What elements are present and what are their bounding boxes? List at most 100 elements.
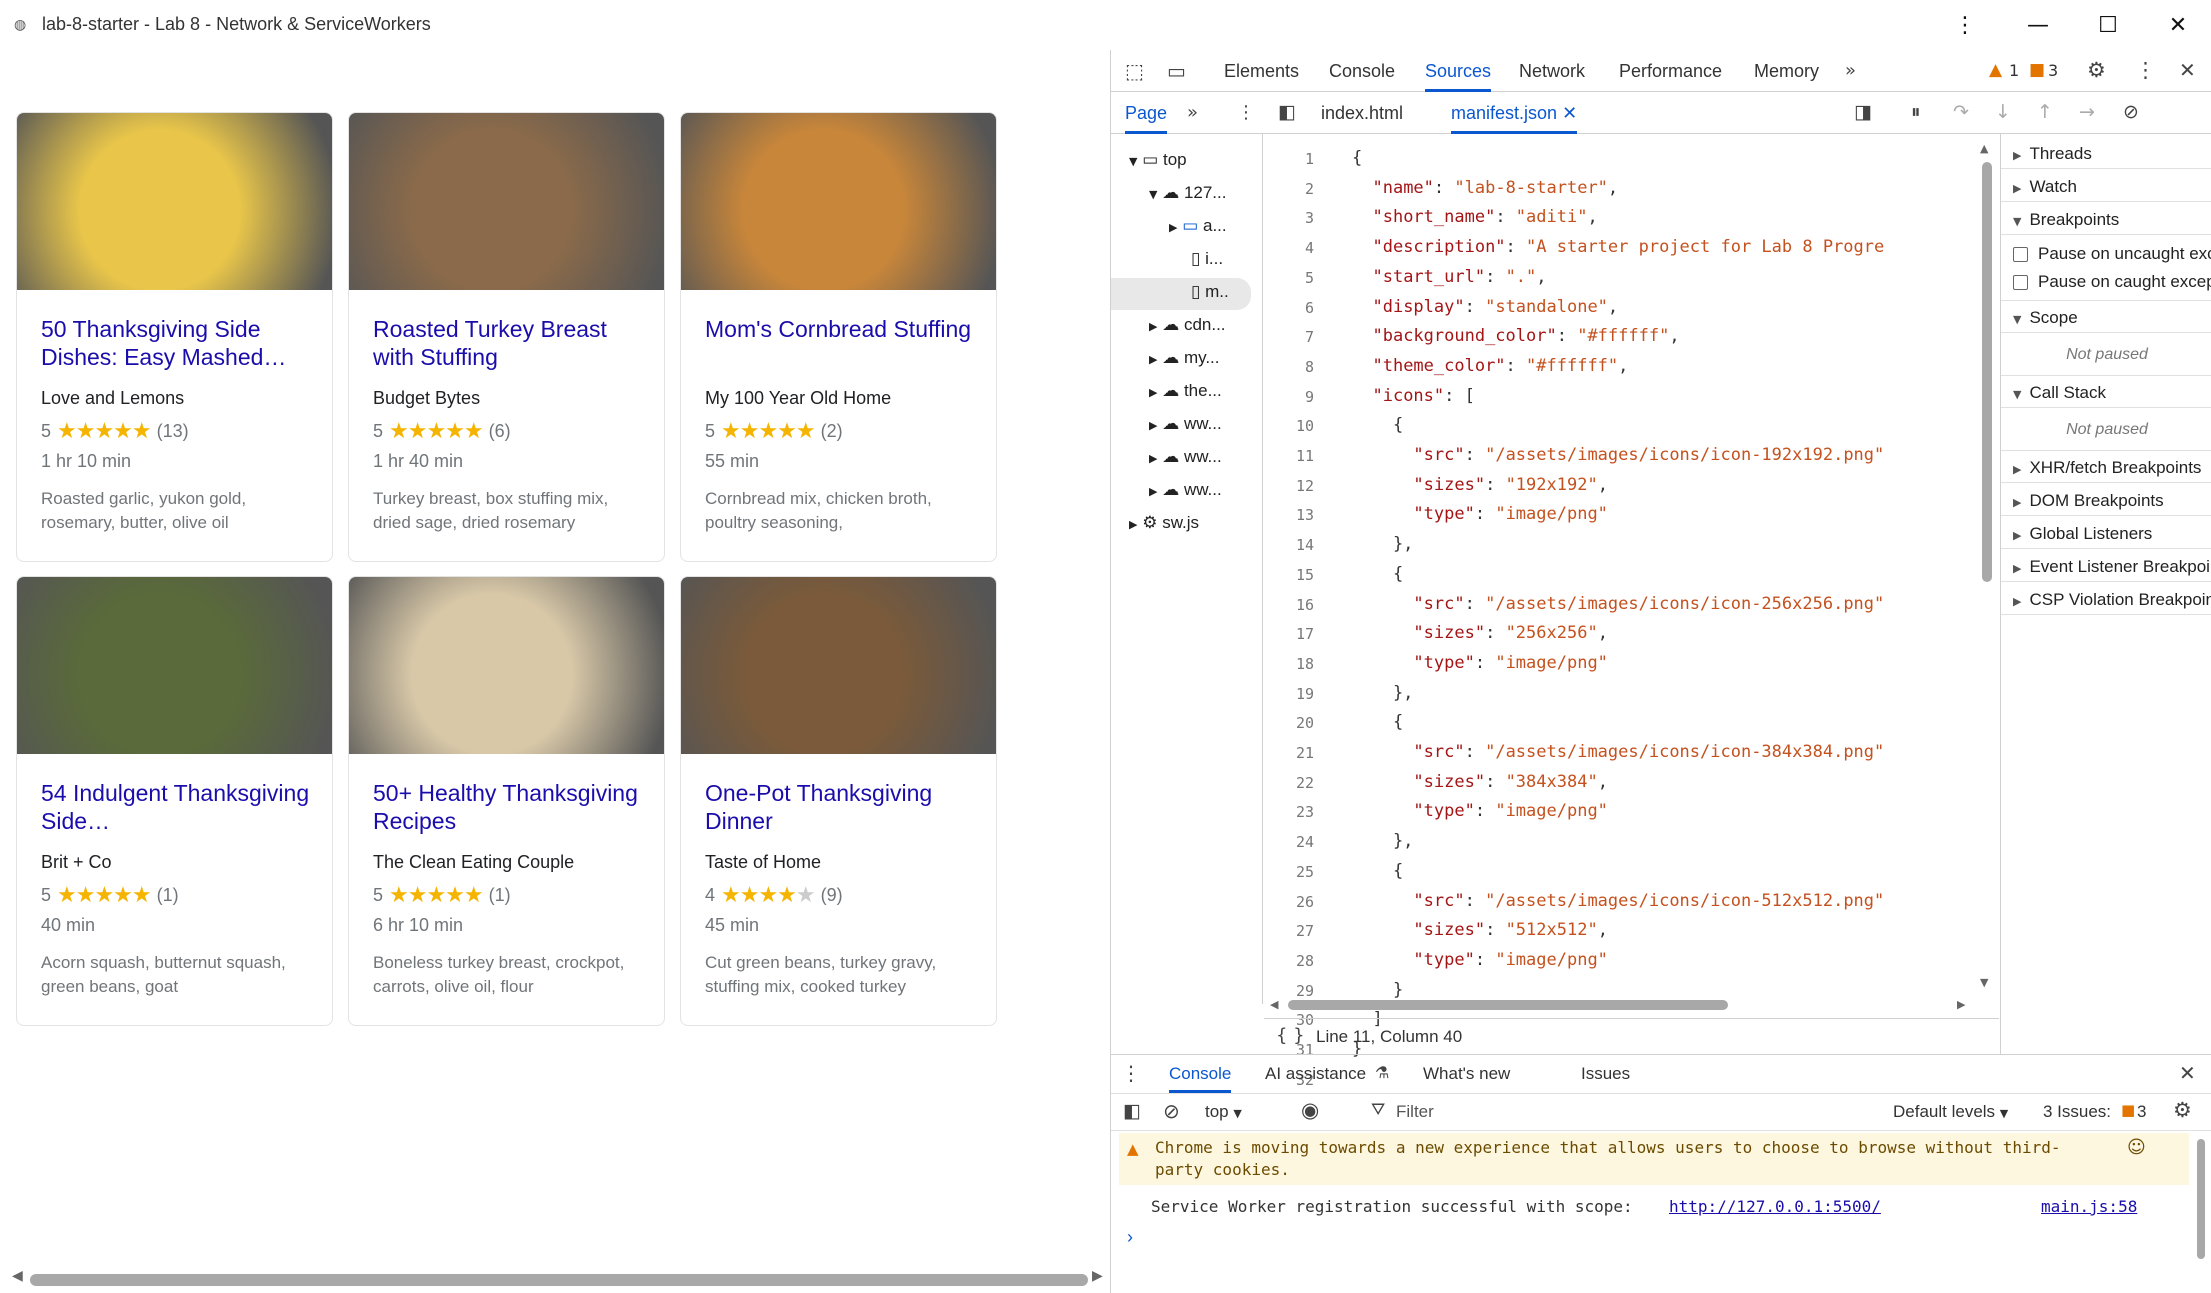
deactivate-breakpoints-icon[interactable]: ⊘ xyxy=(2123,101,2139,123)
tab-sources[interactable]: Sources xyxy=(1425,50,1492,92)
file-tab-manifest-json[interactable]: manifest.json ✕ xyxy=(1451,92,1578,134)
devtools-menu-icon[interactable]: ⋮ xyxy=(2135,58,2156,82)
section-global-listeners[interactable]: ▶ Global Listeners xyxy=(2013,524,2152,544)
scroll-right-icon[interactable]: ▶ xyxy=(1957,998,1965,1011)
clear-console-icon[interactable]: ⊘ xyxy=(1163,1099,1180,1123)
recipe-title-link[interactable]: 50+ Healthy Thanksgiving Recipes xyxy=(373,779,653,835)
step-over-icon[interactable]: ↷ xyxy=(1953,101,1969,123)
code-line[interactable]: "type": "image/png" xyxy=(1352,950,1608,970)
context-select[interactable]: top ▼ xyxy=(1205,1102,1242,1122)
pause-caught-checkbox[interactable]: Pause on caught exceptions xyxy=(2013,272,2211,292)
code-line[interactable]: { xyxy=(1352,712,1403,732)
scroll-up-icon[interactable]: ▲ xyxy=(1980,142,1988,155)
warning-icon[interactable]: ▲ xyxy=(1989,60,2002,80)
tree-item-the[interactable]: ▶ ☁ the... xyxy=(1149,381,1222,401)
file-tab-index-html[interactable]: index.html xyxy=(1321,92,1403,134)
drawer-tab-ai-assistance[interactable]: AI assistance xyxy=(1265,1055,1366,1093)
more-vert-icon[interactable]: ⋮ xyxy=(1945,10,1985,40)
code-line[interactable]: }, xyxy=(1352,683,1413,703)
code-line[interactable]: "sizes": "256x256", xyxy=(1352,623,1608,643)
code-line[interactable]: }, xyxy=(1352,534,1413,554)
cookie-icon[interactable]: ☺ xyxy=(2127,1137,2146,1159)
expand-icon[interactable]: ▶ xyxy=(1149,452,1157,465)
tree-item-top[interactable]: ▼ ▭ top xyxy=(1129,150,1187,170)
tree-item-my[interactable]: ▶ ☁ my... xyxy=(1149,348,1220,368)
step-out-icon[interactable]: ↑ xyxy=(2037,101,2053,123)
close-drawer-icon[interactable]: ✕ xyxy=(2179,1061,2196,1085)
minimize-button[interactable]: — xyxy=(2018,10,2058,40)
device-toolbar-icon[interactable]: ▭ xyxy=(1167,59,1186,83)
expand-icon[interactable]: ▶ xyxy=(1129,518,1137,531)
code-line[interactable]: "src": "/assets/images/icons/icon-192x19… xyxy=(1352,445,1884,465)
scroll-down-icon[interactable]: ▼ xyxy=(1980,976,1988,989)
section-breakpoints[interactable]: ▼ Breakpoints xyxy=(2013,210,2119,230)
log-scope-link[interactable]: http://127.0.0.1:5500/ xyxy=(1669,1197,1881,1216)
eye-icon[interactable]: ◉ xyxy=(1301,1098,1319,1122)
inspect-element-icon[interactable]: ⬚ xyxy=(1125,59,1144,83)
tree-item-index[interactable]: ▯ i... xyxy=(1191,249,1223,269)
code-line[interactable]: "name": "lab-8-starter", xyxy=(1352,178,1618,198)
code-line[interactable]: { xyxy=(1352,148,1362,168)
tree-item-manifest[interactable]: ▯ m.. xyxy=(1111,278,1251,310)
code-line[interactable]: "type": "image/png" xyxy=(1352,801,1608,821)
page-horizontal-scrollbar[interactable] xyxy=(30,1274,1088,1286)
section-event-listener-breakpoints[interactable]: ▶ Event Listener Breakpoints xyxy=(2013,557,2211,577)
recipe-image[interactable] xyxy=(17,113,332,290)
code-line[interactable]: "description": "A starter project for La… xyxy=(1352,237,1884,257)
code-line[interactable]: "sizes": "384x384", xyxy=(1352,772,1608,792)
tree-item-ww3[interactable]: ▶ ☁ ww... xyxy=(1149,480,1222,500)
recipe-card[interactable]: 54 Indulgent Thanksgiving Side… Brit + C… xyxy=(16,576,333,1026)
tree-item-sw[interactable]: ▶ ⚙ sw.js xyxy=(1129,513,1199,533)
maximize-button[interactable]: ☐ xyxy=(2088,10,2128,40)
tab-elements[interactable]: Elements xyxy=(1224,50,1299,92)
recipe-title-link[interactable]: Mom's Cornbread Stuffing xyxy=(705,315,985,343)
code-line[interactable]: "type": "image/png" xyxy=(1352,653,1608,673)
code-line[interactable]: "icons": [ xyxy=(1352,386,1474,406)
code-line[interactable]: { xyxy=(1352,564,1403,584)
recipe-title-link[interactable]: Roasted Turkey Breast with Stuffing xyxy=(373,315,653,371)
recipe-card[interactable]: One-Pot Thanksgiving Dinner Taste of Hom… xyxy=(680,576,997,1026)
more-nav-tabs-icon[interactable]: » xyxy=(1187,102,1198,123)
code-line[interactable]: { xyxy=(1352,415,1403,435)
code-line[interactable]: "src": "/assets/images/icons/icon-384x38… xyxy=(1352,742,1884,762)
scroll-left-icon[interactable]: ◀ xyxy=(1270,998,1278,1011)
sidebar-toggle-icon[interactable]: ◧ xyxy=(1123,1100,1141,1122)
issues-label[interactable]: 3 Issues: xyxy=(2043,1102,2111,1122)
recipe-card[interactable]: Roasted Turkey Breast with Stuffing Budg… xyxy=(348,112,665,562)
code-line[interactable]: "short_name": "aditi", xyxy=(1352,207,1597,227)
console-prompt[interactable]: › xyxy=(1127,1227,1133,1248)
scroll-left-icon[interactable]: ◀ xyxy=(12,1268,23,1284)
recipe-title-link[interactable]: One-Pot Thanksgiving Dinner xyxy=(705,779,985,835)
step-icon[interactable]: → xyxy=(2079,101,2095,123)
recipe-image[interactable] xyxy=(349,113,664,290)
pause-icon[interactable]: ⏸ xyxy=(1911,101,1921,123)
recipe-title-link[interactable]: 50 Thanksgiving Side Dishes: Easy Mashed… xyxy=(41,315,321,371)
drawer-tab-console[interactable]: Console xyxy=(1169,1055,1232,1093)
checkbox[interactable] xyxy=(2013,274,2028,290)
toggle-navigator-icon[interactable]: ◧ xyxy=(1278,101,1296,123)
tree-item-ww2[interactable]: ▶ ☁ ww... xyxy=(1149,447,1222,467)
code-line[interactable]: "sizes": "512x512", xyxy=(1352,920,1608,940)
console-scrollbar[interactable] xyxy=(2197,1139,2205,1259)
section-watch[interactable]: ▶ Watch xyxy=(2013,177,2077,197)
expand-icon[interactable]: ▶ xyxy=(1149,419,1157,432)
recipe-card[interactable]: 50+ Healthy Thanksgiving Recipes The Cle… xyxy=(348,576,665,1026)
tree-item-ww1[interactable]: ▶ ☁ ww... xyxy=(1149,414,1222,434)
settings-gear-icon[interactable]: ⚙ xyxy=(2087,58,2106,82)
tree-item-cdn[interactable]: ▶ ☁ cdn... xyxy=(1149,315,1226,335)
recipe-image[interactable] xyxy=(349,577,664,754)
code-line[interactable]: "src": "/assets/images/icons/icon-256x25… xyxy=(1352,594,1884,614)
expand-icon[interactable]: ▼ xyxy=(1149,188,1157,201)
code-line[interactable]: "display": "standalone", xyxy=(1352,297,1618,317)
tab-performance[interactable]: Performance xyxy=(1619,50,1722,92)
section-threads[interactable]: ▶ Threads xyxy=(2013,144,2092,164)
code-line[interactable]: } xyxy=(1352,980,1403,1000)
editor-horizontal-scrollbar[interactable] xyxy=(1288,1000,1728,1010)
close-tab-icon[interactable]: ✕ xyxy=(1562,103,1577,124)
expand-icon[interactable]: ▶ xyxy=(1149,485,1157,498)
code-editor[interactable]: 1 {2 "name": "lab-8-starter", 3 "short_nam… xyxy=(1264,134,1999,1089)
section-dom-breakpoints[interactable]: ▶ DOM Breakpoints xyxy=(2013,491,2164,511)
section-xhr-breakpoints[interactable]: ▶ XHR/fetch Breakpoints xyxy=(2013,458,2201,478)
code-line[interactable]: "background_color": "#ffffff", xyxy=(1352,326,1679,346)
expand-icon[interactable]: ▶ xyxy=(1169,221,1177,234)
